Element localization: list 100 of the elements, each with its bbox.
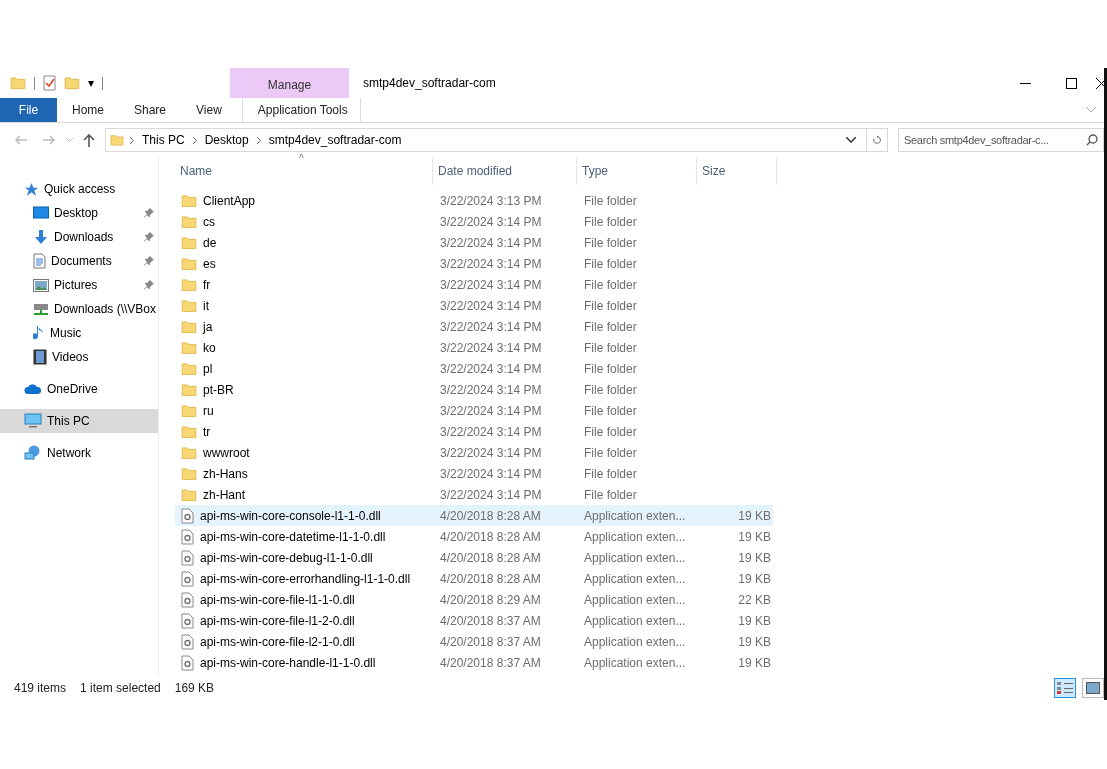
column-header[interactable]: Type <box>577 157 697 185</box>
computer-icon <box>24 413 42 429</box>
file-type: File folder <box>583 486 638 504</box>
file-size: 19 KB <box>737 549 772 567</box>
large-icons-view-button[interactable] <box>1082 678 1104 698</box>
ribbon-tab[interactable]: Application Tools <box>241 98 361 122</box>
sidebar-item[interactable]: Music <box>0 321 158 345</box>
file-row[interactable]: cs 3/22/2024 3:14 PM File folder <box>175 211 773 232</box>
chevron-down-icon[interactable] <box>846 137 856 143</box>
date-modified: 3/22/2024 3:13 PM <box>439 192 543 210</box>
sidebar-item[interactable]: Downloads (\\VBox <box>0 297 158 321</box>
file-type: Application exten... <box>583 549 687 567</box>
chevron-right-icon <box>130 136 134 144</box>
network-icon <box>24 445 42 461</box>
file-row[interactable]: ClientApp 3/22/2024 3:13 PM File folder <box>175 190 773 211</box>
file-row[interactable]: api-ms-win-core-file-l1-2-0.dll 4/20/2018 8:37 AM Application exten... 19 KB <box>175 610 773 631</box>
column-header[interactable]: Name <box>175 157 433 185</box>
file-row[interactable]: ko 3/22/2024 3:14 PM File folder <box>175 337 773 358</box>
sidebar-item[interactable]: Downloads <box>0 225 158 249</box>
folder-icon <box>10 76 26 90</box>
maximize-icon[interactable] <box>1065 77 1077 89</box>
file-name: api-ms-win-core-debug-l1-1-0.dll <box>200 550 373 565</box>
file-row[interactable]: api-ms-win-core-file-l2-1-0.dll 4/20/2018 8:37 AM Application exten... 19 KB <box>175 631 773 652</box>
file-row[interactable]: zh-Hant 3/22/2024 3:14 PM File folder <box>175 484 773 505</box>
file-type: Application exten... <box>583 612 687 630</box>
sidebar-item[interactable]: Network <box>0 441 158 465</box>
file-row[interactable]: pt-BR 3/22/2024 3:14 PM File folder <box>175 379 773 400</box>
date-modified: 3/22/2024 3:14 PM <box>439 381 543 399</box>
address-bar[interactable]: This PC Desktop smtp4dev_softradar-com <box>105 128 867 152</box>
date-modified: 3/22/2024 3:14 PM <box>439 402 543 420</box>
file-row[interactable]: es 3/22/2024 3:14 PM File folder <box>175 253 773 274</box>
file-row[interactable]: api-ms-win-core-handle-l1-1-0.dll 4/20/2018 8:37 AM Application exten... 19 KB <box>175 652 773 673</box>
sidebar-item[interactable]: Videos <box>0 345 158 369</box>
file-row[interactable]: ja 3/22/2024 3:14 PM File folder <box>175 316 773 337</box>
chevron-right-icon <box>256 136 261 144</box>
file-name: api-ms-win-core-handle-l1-1-0.dll <box>200 655 376 670</box>
file-row[interactable]: ru 3/22/2024 3:14 PM File folder <box>175 400 773 421</box>
file-name: tr <box>203 424 211 439</box>
file-name: api-ms-win-core-errorhandling-l1-1-0.dll <box>200 571 411 586</box>
file-row[interactable]: api-ms-win-core-file-l1-1-0.dll 4/20/2018 8:29 AM Application exten... 22 KB <box>175 589 773 610</box>
customize-toolbar-dropdown[interactable]: ▾ <box>88 76 95 90</box>
column-header[interactable]: Date modified <box>433 157 577 185</box>
pin-icon <box>144 256 154 266</box>
date-modified: 3/22/2024 3:14 PM <box>439 297 543 315</box>
file-type: File folder <box>583 234 638 252</box>
breadcrumb[interactable]: Desktop <box>202 133 251 147</box>
file-name: pt-BR <box>203 382 234 397</box>
star-icon <box>24 181 39 197</box>
properties-icon[interactable] <box>43 75 56 91</box>
search-field[interactable]: Search smtp4dev_softradar-c... <box>898 128 1104 152</box>
sidebar-item[interactable]: Pictures <box>0 273 158 297</box>
date-modified: 4/20/2018 8:37 AM <box>439 654 542 672</box>
folder-icon <box>181 424 197 439</box>
item-count: 419 items <box>14 681 68 695</box>
file-row[interactable]: pl 3/22/2024 3:14 PM File folder <box>175 358 773 379</box>
breadcrumb[interactable]: This PC <box>140 133 187 147</box>
file-row[interactable]: api-ms-win-core-debug-l1-1-0.dll 4/20/2018 8:28 AM Application exten... 19 KB <box>175 547 773 568</box>
desktop-icon <box>33 206 49 220</box>
sidebar-item[interactable]: Documents <box>0 249 158 273</box>
file-size: 19 KB <box>737 507 772 525</box>
file-size: 19 KB <box>737 528 772 546</box>
details-view-button[interactable] <box>1054 678 1076 698</box>
selection-status: 1 item selected <box>80 681 162 695</box>
file-row[interactable]: de 3/22/2024 3:14 PM File folder <box>175 232 773 253</box>
sidebar-item[interactable]: Desktop <box>0 201 158 225</box>
ribbon-tab[interactable]: File <box>0 98 57 122</box>
music-note-icon <box>33 325 45 341</box>
date-modified: 4/20/2018 8:28 AM <box>439 528 542 546</box>
up-arrow-icon[interactable] <box>83 133 95 147</box>
file-row[interactable]: wwwroot 3/22/2024 3:14 PM File folder <box>175 442 773 463</box>
file-type: File folder <box>583 423 638 441</box>
minimize-icon[interactable] <box>1019 82 1031 84</box>
file-type: File folder <box>583 444 638 462</box>
folder-icon <box>181 214 197 229</box>
sidebar-item[interactable]: Quick access <box>0 177 158 201</box>
file-row[interactable]: tr 3/22/2024 3:14 PM File folder <box>175 421 773 442</box>
file-name: api-ms-win-core-file-l1-1-0.dll <box>200 592 355 607</box>
file-name: api-ms-win-core-file-l1-2-0.dll <box>200 613 355 628</box>
file-row[interactable]: zh-Hans 3/22/2024 3:14 PM File folder <box>175 463 773 484</box>
sidebar-item[interactable]: OneDrive <box>0 377 158 401</box>
window-title: smtp4dev_softradar-com <box>362 75 497 92</box>
file-row[interactable]: it 3/22/2024 3:14 PM File folder <box>175 295 773 316</box>
file-size: 19 KB <box>737 654 772 672</box>
file-type: File folder <box>583 192 638 210</box>
close-icon[interactable] <box>1096 77 1104 89</box>
file-row[interactable]: api-ms-win-core-datetime-l1-1-0.dll 4/20/2018 8:28 AM Application exten... 19 KB <box>175 526 773 547</box>
file-row[interactable]: fr 3/22/2024 3:14 PM File folder <box>175 274 773 295</box>
document-icon <box>33 253 46 269</box>
sidebar-item[interactable]: This PC <box>0 409 158 433</box>
folder-icon <box>181 403 197 418</box>
file-name: it <box>203 298 209 313</box>
file-row[interactable]: api-ms-win-core-errorhandling-l1-1-0.dll 4/20/2018 8:28 AM Application exten... 19 KB <box>175 568 773 589</box>
breadcrumb[interactable]: smtp4dev_softradar-com <box>266 133 404 147</box>
file-name: pl <box>203 361 213 376</box>
file-name: api-ms-win-core-console-l1-1-0.dll <box>200 508 381 523</box>
pin-icon <box>144 232 154 242</box>
folder-icon <box>110 134 124 146</box>
file-name: es <box>203 256 216 271</box>
column-header[interactable]: Size <box>697 157 777 185</box>
file-row[interactable]: api-ms-win-core-console-l1-1-0.dll 4/20/2018 8:28 AM Application exten... 19 KB <box>175 505 773 526</box>
